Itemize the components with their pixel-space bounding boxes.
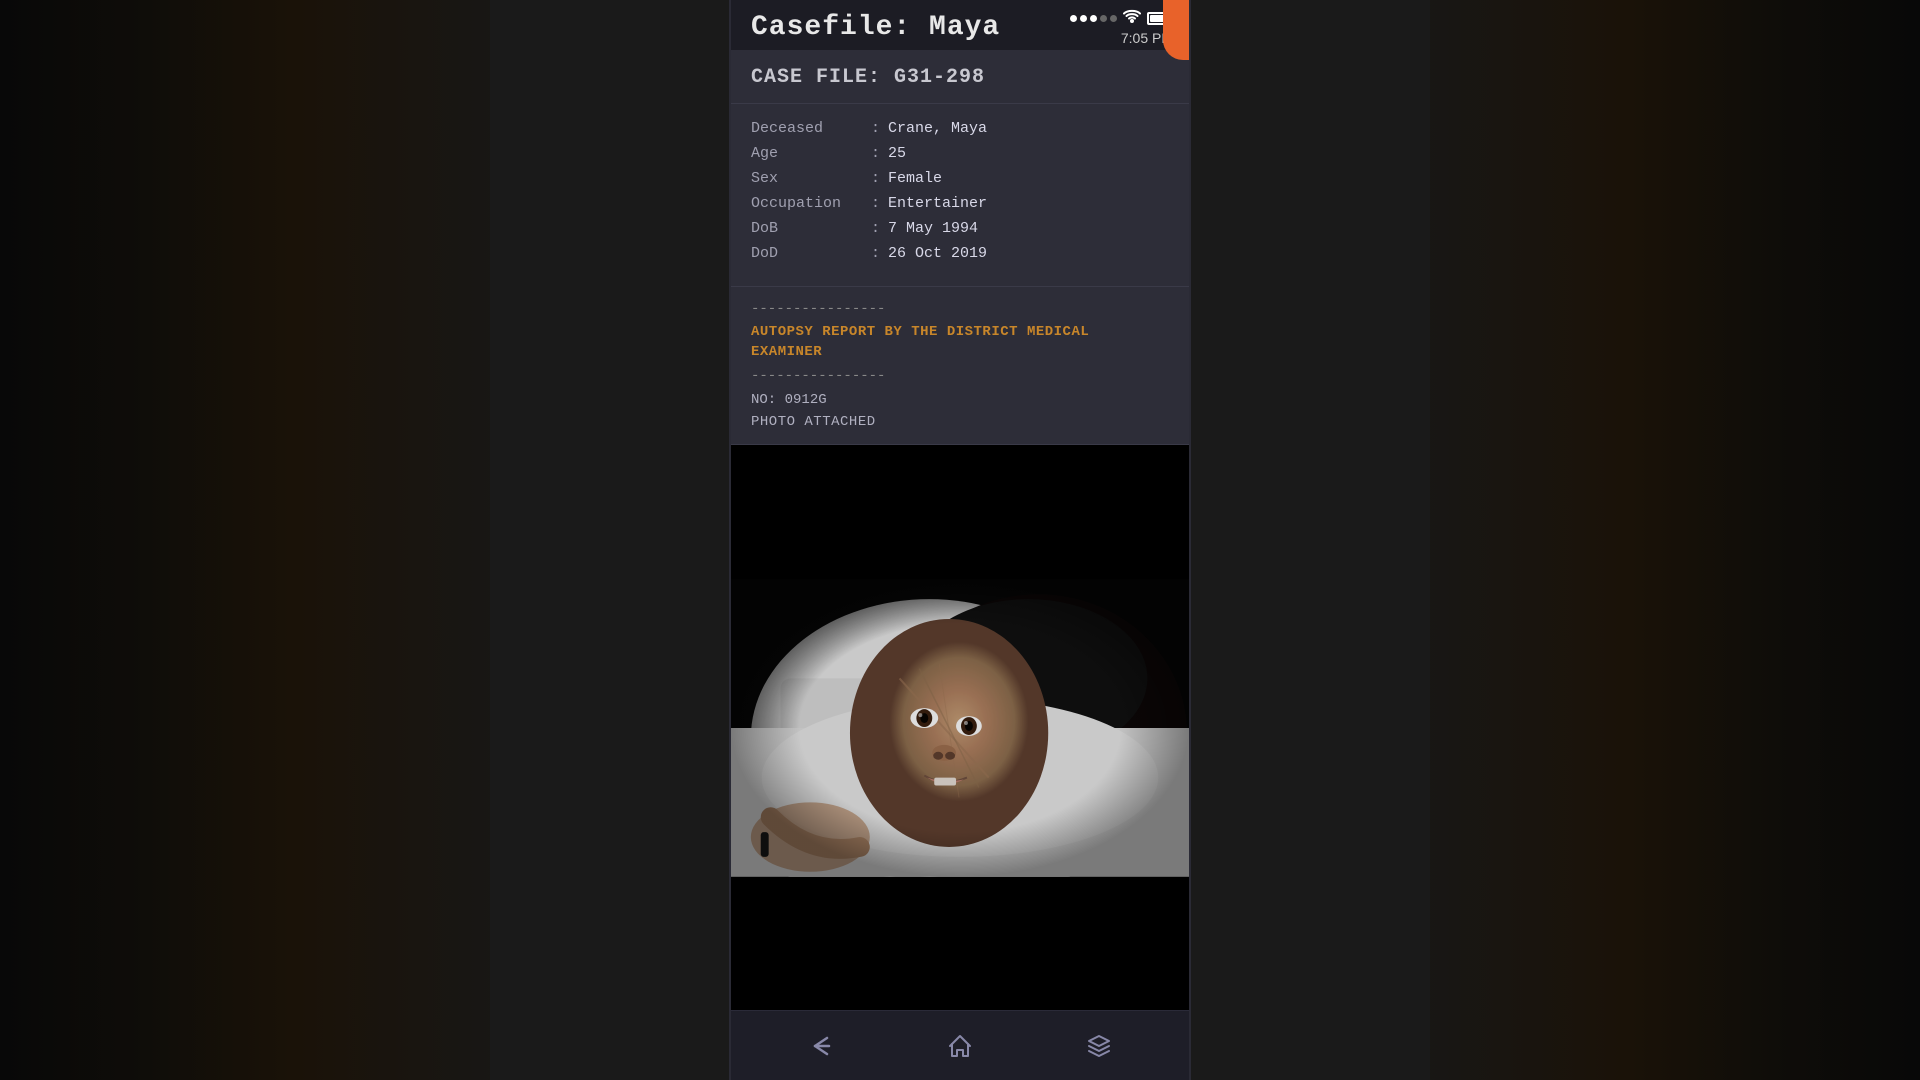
status-right: 7:05 PM: [1070, 9, 1173, 46]
label-dob: DoB: [751, 220, 871, 237]
value-dob: 7 May 1994: [888, 220, 978, 237]
status-icons: [1070, 9, 1173, 28]
status-bar: Casefile: Maya: [731, 0, 1189, 50]
label-age: Age: [751, 145, 871, 162]
autopsy-photo: [731, 578, 1189, 878]
back-button[interactable]: [796, 1026, 846, 1066]
info-row-age: Age : 25: [751, 145, 1169, 162]
background-left: [0, 0, 490, 1080]
home-button[interactable]: [935, 1026, 985, 1066]
notch-pill: [1163, 0, 1189, 60]
label-deceased: Deceased: [751, 120, 871, 137]
sep-deceased: :: [871, 120, 880, 137]
info-row-dod: DoD : 26 Oct 2019: [751, 245, 1169, 262]
info-row-sex: Sex : Female: [751, 170, 1169, 187]
home-icon: [946, 1032, 974, 1060]
report-no-value: 0912G: [785, 392, 827, 408]
photo-attached-label: PHOTO ATTACHED: [751, 414, 1169, 430]
dot-5: [1110, 15, 1117, 22]
autopsy-title: AUTOPSY REPORT BY THE DISTRICT MEDICAL E…: [751, 323, 1169, 362]
info-row-occupation: Occupation : Entertainer: [751, 195, 1169, 212]
report-no-label: NO:: [751, 392, 776, 408]
sep-occupation: :: [871, 195, 880, 212]
sep-dob: :: [871, 220, 880, 237]
background-right: [1430, 0, 1920, 1080]
dot-3: [1090, 15, 1097, 22]
value-occupation: Entertainer: [888, 195, 987, 212]
photo-area: [731, 445, 1189, 1010]
bottom-nav: [731, 1010, 1189, 1080]
report-number: NO: 0912G: [751, 392, 1169, 408]
dot-4: [1100, 15, 1107, 22]
label-occupation: Occupation: [751, 195, 871, 212]
sep-dod: :: [871, 245, 880, 262]
phone-screen: Casefile: Maya: [729, 0, 1191, 1080]
sep-age: :: [871, 145, 880, 162]
app-title: Casefile: Maya: [751, 12, 1000, 43]
back-icon: [807, 1032, 835, 1060]
label-sex: Sex: [751, 170, 871, 187]
value-sex: Female: [888, 170, 942, 187]
divider-bottom: ----------------: [751, 368, 1169, 384]
value-age: 25: [888, 145, 906, 162]
info-row-dob: DoB : 7 May 1994: [751, 220, 1169, 237]
dot-2: [1080, 15, 1087, 22]
menu-icon: [1085, 1032, 1113, 1060]
value-deceased: Crane, Maya: [888, 120, 987, 137]
autopsy-section: ---------------- AUTOPSY REPORT BY THE D…: [731, 287, 1189, 445]
case-file-header: CASE FILE: G31-298: [731, 50, 1189, 104]
label-dod: DoD: [751, 245, 871, 262]
menu-button[interactable]: [1074, 1026, 1124, 1066]
divider-top: ----------------: [751, 301, 1169, 317]
signal-dots: [1070, 15, 1117, 22]
info-section: Deceased : Crane, Maya Age : 25 Sex : Fe…: [731, 104, 1189, 287]
sep-sex: :: [871, 170, 880, 187]
value-dod: 26 Oct 2019: [888, 245, 987, 262]
content-area: CASE FILE: G31-298 Deceased : Crane, May…: [731, 50, 1189, 1010]
dot-1: [1070, 15, 1077, 22]
info-row-deceased: Deceased : Crane, Maya: [751, 120, 1169, 137]
wifi-icon: [1123, 9, 1141, 28]
case-file-title: CASE FILE: G31-298: [751, 66, 1169, 89]
